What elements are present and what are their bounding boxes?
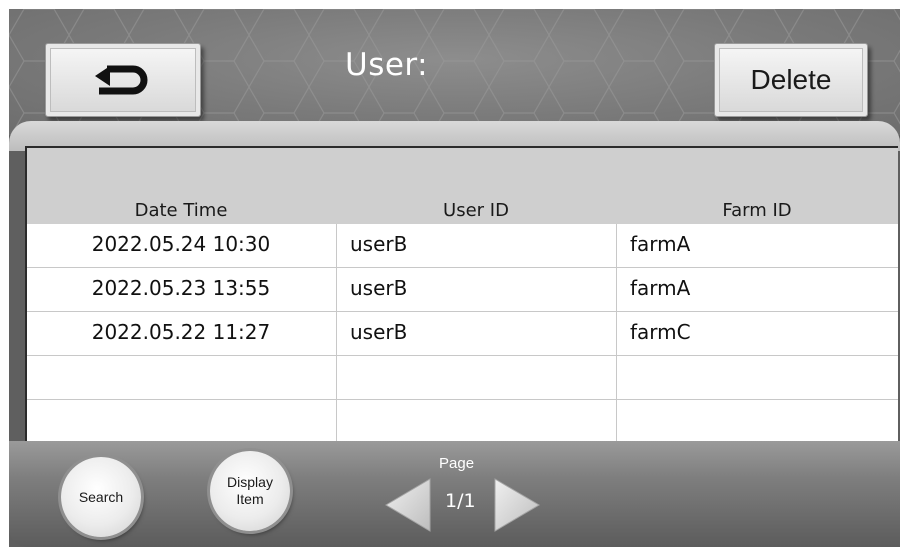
display-item-label: Display Item xyxy=(227,474,273,508)
display-item-label-line1: Display xyxy=(227,474,273,490)
triangle-left-icon[interactable] xyxy=(382,477,432,533)
cell-farm-id: farmA xyxy=(616,224,898,267)
search-button-label: Search xyxy=(78,488,124,505)
cell-user-id: userB xyxy=(336,268,616,311)
hmi-screen: User: Delete Date Time User ID Farm ID 2… xyxy=(9,9,900,547)
cell-user-id xyxy=(336,400,616,443)
cell-user-id: userB xyxy=(336,224,616,267)
cell-farm-id xyxy=(616,356,898,399)
table-row[interactable]: 2022.05.24 10:30 userB farmA xyxy=(27,224,898,268)
cell-date-time xyxy=(27,356,335,399)
display-item-label-line2: Item xyxy=(236,491,264,507)
table-header: Date Time User ID Farm ID xyxy=(27,148,898,224)
return-arrow-icon xyxy=(95,65,148,95)
column-header-farm-id: Farm ID xyxy=(722,200,792,221)
cell-date-time: 2022.05.23 13:55 xyxy=(91,276,271,300)
cell-date-time: 2022.05.24 10:30 xyxy=(91,232,271,256)
column-header-user-id: User ID xyxy=(443,200,509,221)
cell-date-time: 2022.05.22 11:27 xyxy=(91,320,271,344)
footer-bar: Search Display Item Page 1/1 xyxy=(9,441,900,547)
history-table: Date Time User ID Farm ID 2022.05.24 10:… xyxy=(25,146,898,445)
page-number: 1/1 xyxy=(445,490,476,512)
display-item-button[interactable]: Display Item xyxy=(210,451,290,531)
table-row-empty[interactable] xyxy=(27,356,898,400)
column-header-date-time: Date Time xyxy=(134,200,228,221)
page-label: Page xyxy=(439,455,475,472)
cell-date-time xyxy=(27,400,335,443)
table-row[interactable]: 2022.05.23 13:55 userB farmA xyxy=(27,268,898,312)
cell-user-id: userB xyxy=(336,312,616,355)
search-button[interactable]: Search xyxy=(61,457,141,537)
cell-farm-id xyxy=(616,400,898,443)
cell-farm-id: farmC xyxy=(616,312,898,355)
back-button[interactable] xyxy=(45,43,201,117)
cell-user-id xyxy=(336,356,616,399)
triangle-right-icon[interactable] xyxy=(493,477,543,533)
page-title: User: xyxy=(345,47,429,83)
header-bar: User: Delete xyxy=(9,9,900,135)
table-row[interactable]: 2022.05.22 11:27 userB farmC xyxy=(27,312,898,356)
table-row-empty[interactable] xyxy=(27,400,898,443)
delete-button[interactable]: Delete xyxy=(714,43,868,117)
cell-farm-id: farmA xyxy=(616,268,898,311)
